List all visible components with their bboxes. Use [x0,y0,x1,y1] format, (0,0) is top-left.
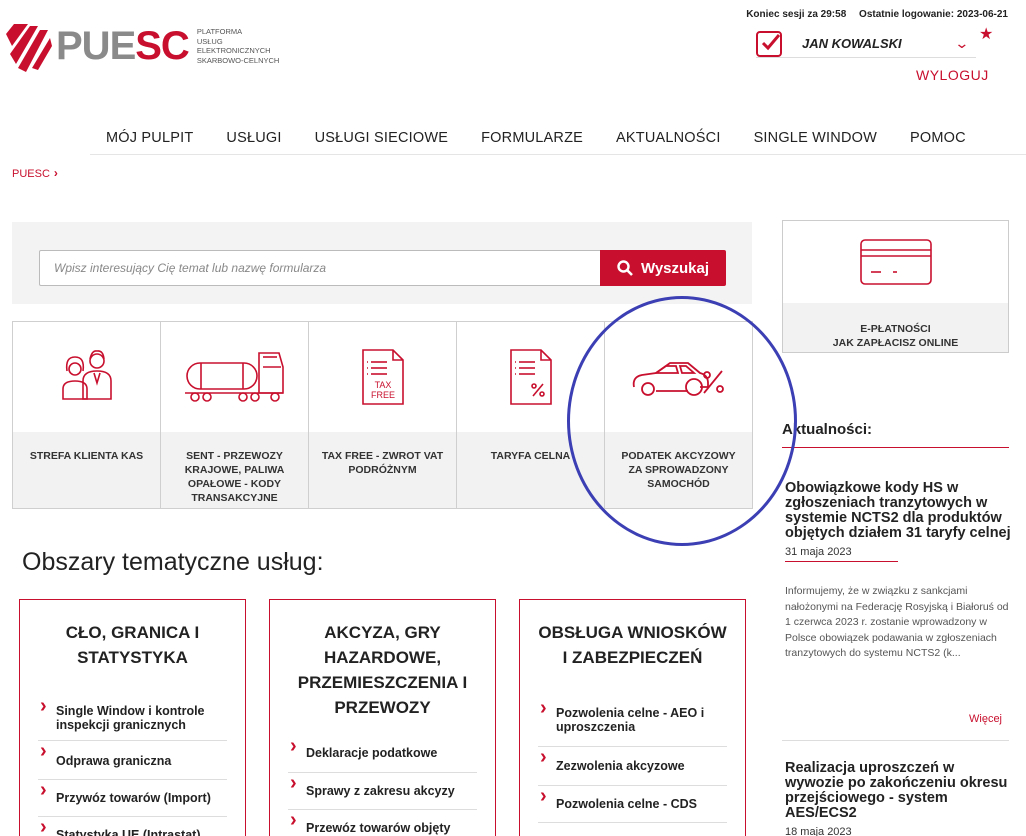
tile-label: PODATEK AKCYZOWY ZA SPROWADZONY SAMOCHÓD [621,450,736,490]
category-card-akcyza: AKCYZA, GRY HAZARDOWE, PRZEMIESZCZENIA I… [269,599,496,836]
category-link[interactable]: Odprawa graniczna [38,741,227,780]
news-more-link[interactable]: Więcej [969,713,1002,725]
category-link[interactable]: Przewóz towarów objęty monitorowaniem (S… [288,810,477,836]
category-card-clo: CŁO, GRANICA I STATYSTYKA Single Window … [19,599,246,836]
tile-podatek-akcyzowy[interactable]: PODATEK AKCYZOWY ZA SPROWADZONY SAMOCHÓD [605,322,752,508]
category-title: OBSŁUGA WNIOSKÓW I ZABEZPIECZEŃ [538,623,727,667]
news-excerpt: Informujemy, że w związku z sankcjami na… [785,585,1009,659]
search-icon [617,260,633,276]
e-payments-label: E-PŁATNOŚCI JAK ZAPŁACISZ ONLINE [832,323,959,349]
search-button[interactable]: Wyszukaj [600,250,726,286]
tile-label: TAX FREE - ZWROT VAT PODRÓŻNYM [321,450,444,476]
tariff-document-icon [509,349,552,405]
tax-free-document-icon: TAX FREE [361,349,404,405]
category-link[interactable]: Pozwolenia celne - AEO i uproszczenia [538,698,727,747]
nav-item-pomoc[interactable]: POMOC [894,124,982,154]
user-name: JAN KOWALSKI [802,36,902,51]
logout-link[interactable]: WYLOGUJ [916,67,989,83]
nav-item-single-window[interactable]: SINGLE WINDOW [738,124,893,154]
category-link[interactable]: Pozwolenia celne - CDS [538,786,727,823]
news-headline[interactable]: Realizacja uproszczeń w wywozie po zakoń… [785,761,1011,821]
car-percent-icon [632,362,724,396]
tile-label: STREFA KLIENTA KAS [29,450,144,462]
session-info: Koniec sesji za 29:58 Ostatnie logowanie… [736,9,1008,20]
news-date: 18 maja 2023 [785,826,852,836]
category-link[interactable]: Statystyka UE (Intrastat) [38,817,227,836]
favorites-star-icon[interactable]: ★ [979,24,993,44]
nav-item-uslugi[interactable]: USŁUGI [210,124,297,154]
nav-item-moj-pulpit[interactable]: MÓJ PULPIT [90,124,209,154]
puesc-logo[interactable]: PUESC Platforma Usług Elektronicznych Sk… [6,20,279,72]
category-link[interactable]: Sprawy z zakresu akcyzy [288,773,477,810]
service-tiles: STREFA KLIENTA KAS SENT - PRZEWOZY KRAJO… [12,321,753,509]
tile-strefa-klienta[interactable]: STREFA KLIENTA KAS [13,322,161,508]
user-check-icon [756,30,782,57]
search-button-label: Wyszukaj [640,259,710,277]
svg-text:FREE: FREE [370,390,394,400]
tile-tax-free[interactable]: TAX FREE TAX FREE - ZWROT VAT PODRÓŻNYM [309,322,457,508]
nav-item-uslugi-sieciowe[interactable]: USŁUGI SIECIOWE [299,124,465,154]
news-item: Obowiązkowe kody HS w zgłoszeniach tranz… [785,481,1011,662]
logo-stripes-icon [6,24,52,72]
chevron-right-icon: › [53,166,58,180]
people-icon [61,350,112,400]
logo-wordmark: PUESC [56,24,190,68]
news-item: Realizacja uproszczeń w wywozie po zakoń… [785,761,1011,836]
tile-sent[interactable]: SENT - PRZEWOZY KRAJOWE, PALIWA OPAŁOWE … [161,322,309,508]
logo-subtitle: Platforma Usług Elektronicznych Skarbowo… [196,27,280,65]
chevron-down-icon[interactable]: ⌄ [955,35,970,52]
search-panel: Wpisz interesujący Cię temat lub nazwę f… [12,222,752,304]
tile-taryfa-celna[interactable]: TARYFA CELNA [457,322,605,508]
last-login: Ostatnie logowanie: 2023-06-21 [859,9,1008,20]
breadcrumb: PUESC › [12,166,58,180]
svg-text:TAX: TAX [374,380,391,390]
e-payments-card[interactable]: E-PŁATNOŚCI JAK ZAPŁACISZ ONLINE [782,220,1009,353]
category-title: AKCYZA, GRY HAZARDOWE, PRZEMIESZCZENIA I… [297,623,468,717]
news-date: 31 maja 2023 [785,546,898,562]
section-title: Obszary tematyczne usług: [22,548,324,576]
tile-label: TARYFA CELNA [490,450,571,462]
tile-label: SENT - PRZEWOZY KRAJOWE, PALIWA OPAŁOWE … [184,450,285,504]
category-link[interactable]: Single Window i kontrole inspekcji grani… [38,696,227,741]
news-heading: Aktualności: [782,421,873,438]
news-separator [782,740,1009,741]
user-menu[interactable]: JAN KOWALSKI ⌄ [756,30,976,58]
credit-card-icon [859,239,932,285]
nav-item-aktualnosci[interactable]: AKTUALNOŚCI [600,124,737,154]
search-input[interactable]: Wpisz interesujący Cię temat lub nazwę f… [39,250,601,286]
tanker-truck-icon [184,352,284,402]
session-expiry: Koniec sesji za 29:58 [746,9,847,20]
category-link[interactable]: Deklaracje podatkowe [288,736,477,773]
main-nav: MÓJ PULPIT USŁUGI USŁUGI SIECIOWE FORMUL… [90,124,1026,155]
category-link[interactable]: Przywóz towarów (Import) [38,780,227,817]
nav-item-formularze[interactable]: FORMULARZE [465,124,599,154]
breadcrumb-home[interactable]: PUESC [12,168,50,180]
news-divider [782,447,1009,448]
category-link[interactable]: Zezwolenia akcyzowe [538,747,727,786]
category-card-wnioski: OBSŁUGA WNIOSKÓW I ZABEZPIECZEŃ Pozwolen… [519,599,746,836]
news-headline[interactable]: Obowiązkowe kody HS w zgłoszeniach tranz… [785,481,1011,541]
category-title: CŁO, GRANICA I STATYSTYKA [65,623,200,667]
